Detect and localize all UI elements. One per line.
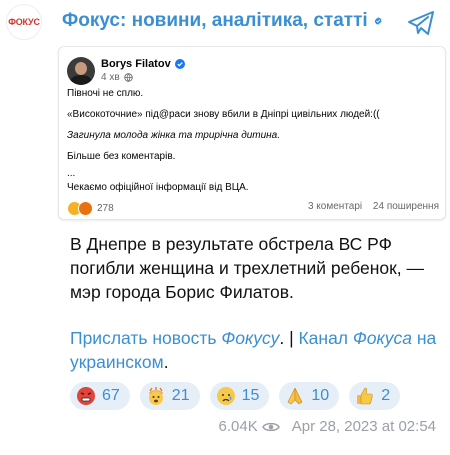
fb-reactions[interactable]: 278: [67, 201, 114, 216]
verified-badge-icon: [374, 17, 382, 25]
channel-avatar-label: ФОКУС: [8, 17, 40, 27]
eye-icon: [261, 422, 280, 431]
angry-reaction-icon: [78, 201, 93, 216]
fb-text-line: «Високоточние» під@раси знову вбили в Дн…: [67, 109, 380, 120]
reaction-chip-praying[interactable]: 10: [279, 382, 340, 410]
angry-face-icon: [77, 387, 95, 405]
exploding-head-icon: [148, 387, 163, 405]
reaction-count: 15: [241, 387, 260, 404]
facebook-post-embed[interactable]: Borys Filatov 4 хв Півночі не сплю. «Вис…: [58, 46, 446, 220]
reaction-chip-angry[interactable]: 67: [70, 382, 130, 410]
fb-verified-icon: [174, 59, 185, 69]
message-footer: 6.04K Apr 28, 2023 at 02:54: [219, 418, 436, 435]
message-date: Apr 28, 2023 at 02:54: [291, 418, 436, 435]
fb-text-line: Чекаємо офіційної інформації від ВЦА.: [67, 182, 249, 193]
fb-text-line: Загинула молода жінка та трирічна дитина…: [67, 130, 281, 141]
crying-face-icon: [216, 387, 235, 405]
channel-header: Фокус: новини, аналітика, статті: [62, 10, 382, 32]
reaction-chip-exploding-head[interactable]: 21: [139, 382, 200, 410]
reactions-bar: 67 21 15 10 2: [70, 382, 410, 410]
reaction-count: 2: [381, 387, 391, 404]
globe-icon: [123, 73, 133, 82]
send-news-link[interactable]: Прислать новость Фокусу: [70, 328, 279, 348]
fb-author-avatar[interactable]: [67, 57, 95, 85]
reaction-count: 10: [311, 387, 330, 404]
fb-stats: 3 коментарі 24 поширення: [300, 201, 439, 212]
thumbs-up-icon: [357, 387, 373, 405]
links-separator: . |: [279, 328, 299, 348]
telegram-share-icon[interactable]: [406, 8, 436, 38]
reaction-count: 67: [102, 387, 120, 404]
reaction-chip-thumbs-up[interactable]: 2: [349, 382, 401, 410]
channel-title[interactable]: Фокус: новини, аналітика, статті: [62, 10, 368, 32]
fb-shares-link[interactable]: 24 поширення: [373, 201, 439, 212]
fb-text-line: Більше без коментарів.: [67, 151, 176, 162]
fb-author[interactable]: Borys Filatov: [101, 58, 185, 70]
view-count: 6.04K: [218, 418, 258, 435]
message-headline: В Днепре в результате обстрела ВС РФ пог…: [70, 234, 425, 302]
fb-post-time: 4 хв: [101, 72, 133, 83]
fb-text-line: Півночі не сплю.: [67, 88, 144, 99]
praying-hands-icon: [288, 387, 303, 405]
reaction-chip-crying[interactable]: 15: [209, 382, 270, 410]
reaction-count: 21: [171, 387, 190, 404]
fb-author-name: Borys Filatov: [101, 58, 171, 70]
fb-comments-link[interactable]: 3 коментарі: [308, 201, 362, 212]
fb-text-line: ...: [67, 168, 76, 179]
message-links: Прислать новость Фокусу. | Канал Фокуса …: [70, 328, 437, 372]
fb-reactions-count: 278: [97, 203, 114, 214]
channel-avatar[interactable]: ФОКУС: [6, 4, 42, 40]
